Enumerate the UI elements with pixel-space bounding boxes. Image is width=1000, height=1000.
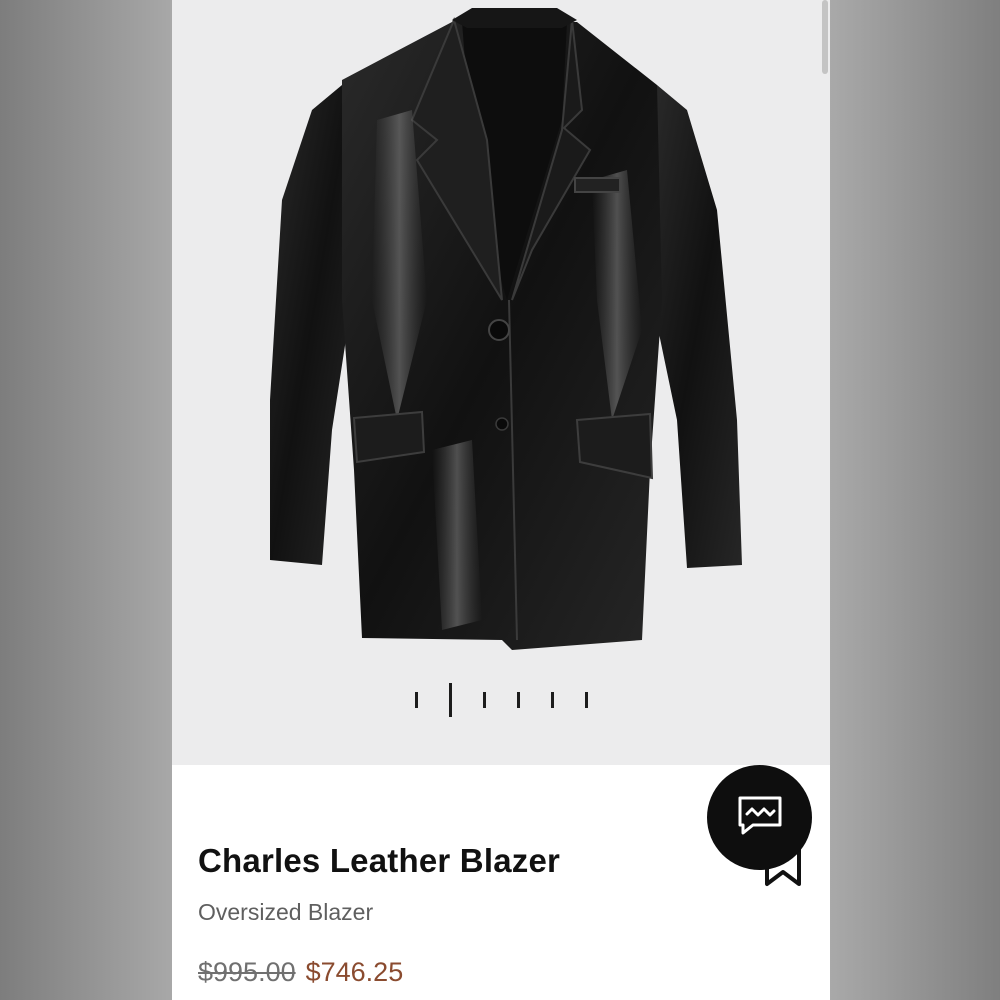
product-image[interactable] — [172, 0, 830, 765]
product-image-carousel[interactable] — [172, 0, 830, 765]
pagination-dot[interactable] — [517, 692, 520, 708]
left-backdrop — [0, 0, 172, 1000]
chat-button[interactable] — [707, 765, 812, 870]
scrollbar[interactable] — [822, 0, 828, 74]
price-row: $995.00 $746.25 — [198, 957, 403, 988]
product-page: Charles Leather Blazer Oversized Blazer … — [172, 0, 830, 1000]
pagination-dot[interactable] — [585, 692, 588, 708]
pagination-dot-active[interactable] — [449, 683, 452, 717]
product-title: Charles Leather Blazer — [198, 842, 561, 879]
pagination-dot[interactable] — [551, 692, 554, 708]
pagination-dot[interactable] — [415, 692, 418, 708]
sale-price: $746.25 — [305, 957, 404, 987]
chat-bubble-icon — [737, 795, 783, 840]
carousel-pagination — [413, 683, 593, 719]
pagination-dot[interactable] — [483, 692, 486, 708]
product-subtitle: Oversized Blazer — [198, 899, 374, 925]
original-price: $995.00 — [198, 957, 296, 987]
right-backdrop — [830, 0, 1000, 1000]
